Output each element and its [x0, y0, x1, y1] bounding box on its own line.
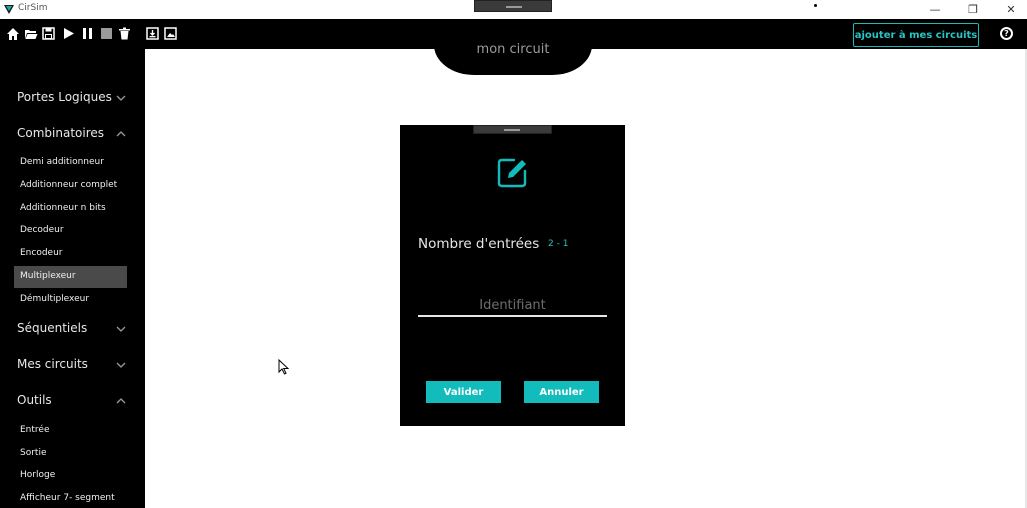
add-to-my-circuits-button[interactable]: ajouter à mes circuits: [853, 23, 979, 47]
sidebar-item-label: Afficheur 7- segment: [20, 493, 115, 503]
import-icon[interactable]: [145, 26, 160, 41]
sidebar-item-label: Encodeur: [20, 248, 63, 258]
home-icon[interactable]: [5, 26, 20, 41]
category-label: Outils: [17, 393, 52, 407]
cancel-button[interactable]: Annuler: [524, 381, 599, 403]
sidebar-item-label: Demi additionneur: [20, 157, 104, 167]
category-mes-circuits[interactable]: Mes circuits: [0, 351, 145, 379]
sidebar-item-horloge[interactable]: Horloge: [14, 465, 127, 487]
sidebar-item-label: Decodeur: [20, 225, 64, 235]
sidebar-item-decodeur[interactable]: Decodeur: [14, 220, 127, 242]
sidebar-item-additionneur-complet[interactable]: Additionneur complet: [14, 175, 127, 197]
category-label: Combinatoires: [17, 126, 105, 140]
sidebar-item-label: Entrée: [20, 425, 50, 435]
category-label: Séquentiels: [17, 321, 88, 335]
sidebar-item-sortie[interactable]: Sortie: [14, 443, 127, 465]
chevron-down-icon: [116, 95, 126, 101]
sidebar-item-label: Additionneur complet: [20, 180, 118, 190]
category-label: Portes Logiques: [17, 90, 112, 104]
open-folder-icon[interactable]: [23, 26, 38, 41]
circuit-name-label: mon circuit: [476, 42, 550, 57]
validate-button[interactable]: Valider: [426, 381, 501, 403]
stop-icon[interactable]: [99, 26, 114, 41]
chevron-down-icon: [116, 326, 126, 332]
mouse-cursor-icon: [278, 359, 290, 375]
edit-icon: [497, 158, 527, 188]
sidebar-item-encodeur[interactable]: Encodeur: [14, 243, 127, 265]
sidebar-item-label: Horloge: [20, 470, 56, 480]
image-icon[interactable]: [163, 26, 178, 41]
app-title: CirSim: [18, 3, 48, 13]
pause-icon[interactable]: [80, 26, 95, 41]
sidebar-item-afficheur-7-segment[interactable]: Afficheur 7- segment: [14, 488, 127, 508]
trash-icon[interactable]: [117, 26, 132, 41]
category-portes-logiques[interactable]: Portes Logiques: [0, 84, 145, 112]
sidebar-item-demi-additionneur[interactable]: Demi additionneur: [14, 152, 127, 174]
app-window: CirSim — ❐ ✕ ajouter à mes circuits ? Po…: [0, 0, 1027, 508]
chevron-up-icon: [116, 131, 126, 137]
drag-handle[interactable]: [474, 0, 552, 12]
app-logo-icon: [4, 5, 14, 14]
save-icon[interactable]: [41, 26, 56, 41]
title-bar: CirSim — ❐ ✕: [0, 0, 1027, 19]
dot-mark: [814, 4, 817, 7]
category-outils[interactable]: Outils: [0, 387, 145, 415]
sidebar-item-additionneur-n-bits[interactable]: Additionneur n bits: [14, 198, 127, 220]
inputs-count-range[interactable]: 2 - 1: [548, 239, 568, 249]
inputs-count-label: Nombre d'entrées: [418, 236, 540, 252]
sidebar-item-label: Multiplexeur: [20, 271, 76, 281]
close-button[interactable]: ✕: [988, 0, 1027, 19]
category-label: Mes circuits: [17, 357, 88, 371]
sidebar-item-multiplexeur[interactable]: Multiplexeur: [14, 266, 127, 288]
sidebar-item-label: Démultiplexeur: [20, 294, 90, 304]
category-combinatoires[interactable]: Combinatoires: [0, 120, 145, 148]
sidebar-item-label: Sortie: [20, 448, 47, 458]
circuit-name-tab[interactable]: mon circuit: [434, 40, 592, 75]
identifier-input[interactable]: [418, 295, 607, 317]
help-icon[interactable]: ?: [1000, 27, 1013, 40]
create-component-dialog: Nombre d'entrées 2 - 1 Valider Annuler: [400, 125, 625, 426]
sidebar: Portes Logiques Combinatoires Demi addit…: [0, 49, 145, 508]
play-icon[interactable]: [61, 26, 76, 41]
chevron-up-icon: [116, 398, 126, 404]
sidebar-item-demultiplexeur[interactable]: Démultiplexeur: [14, 289, 127, 311]
category-sequentiels[interactable]: Séquentiels: [0, 315, 145, 343]
sidebar-item-label: Additionneur n bits: [20, 203, 106, 213]
dialog-drag-handle[interactable]: [473, 125, 552, 134]
sidebar-item-entree[interactable]: Entrée: [14, 420, 127, 442]
chevron-down-icon: [116, 362, 126, 368]
